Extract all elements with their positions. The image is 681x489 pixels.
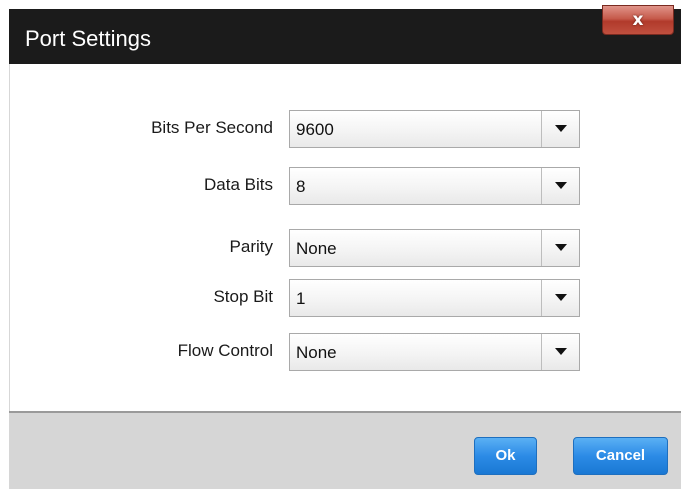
parity-row: Parity None xyxy=(0,229,681,269)
chevron-down-icon xyxy=(555,244,567,251)
dialog-footer: Ok Cancel xyxy=(9,411,681,489)
cancel-button[interactable]: Cancel xyxy=(573,437,668,475)
chevron-down-icon xyxy=(555,125,567,132)
port-settings-dialog: Port Settings x Bits Per Second 9600 Dat… xyxy=(0,0,681,489)
dropdown-button[interactable] xyxy=(541,280,579,316)
flow-control-row: Flow Control None xyxy=(0,333,681,373)
chevron-down-icon xyxy=(555,348,567,355)
bits-per-second-row: Bits Per Second 9600 xyxy=(0,110,681,150)
title-bar: Port Settings x xyxy=(9,5,681,64)
parity-value: None xyxy=(296,239,337,258)
dropdown-button[interactable] xyxy=(541,168,579,204)
flow-control-select[interactable]: None xyxy=(289,333,580,371)
chevron-down-icon xyxy=(555,182,567,189)
dialog-title: Port Settings xyxy=(25,26,151,51)
bits-per-second-value: 9600 xyxy=(296,120,334,139)
chevron-down-icon xyxy=(555,294,567,301)
data-bits-select[interactable]: 8 xyxy=(289,167,580,205)
data-bits-row: Data Bits 8 xyxy=(0,167,681,207)
bits-per-second-select[interactable]: 9600 xyxy=(289,110,580,148)
stop-bit-value: 1 xyxy=(296,289,306,308)
data-bits-label: Data Bits xyxy=(204,175,273,194)
parity-select[interactable]: None xyxy=(289,229,580,267)
stop-bit-row: Stop Bit 1 xyxy=(0,279,681,319)
bits-per-second-label: Bits Per Second xyxy=(151,118,273,137)
flow-control-label: Flow Control xyxy=(177,341,273,360)
flow-control-value: None xyxy=(296,343,337,362)
ok-button[interactable]: Ok xyxy=(474,437,537,475)
dropdown-button[interactable] xyxy=(541,334,579,370)
dropdown-button[interactable] xyxy=(541,230,579,266)
stop-bit-select[interactable]: 1 xyxy=(289,279,580,317)
close-icon: x xyxy=(632,10,644,30)
parity-label: Parity xyxy=(229,237,273,256)
dropdown-button[interactable] xyxy=(541,111,579,147)
close-button[interactable]: x xyxy=(602,5,674,35)
data-bits-value: 8 xyxy=(296,177,306,196)
stop-bit-label: Stop Bit xyxy=(213,287,273,306)
